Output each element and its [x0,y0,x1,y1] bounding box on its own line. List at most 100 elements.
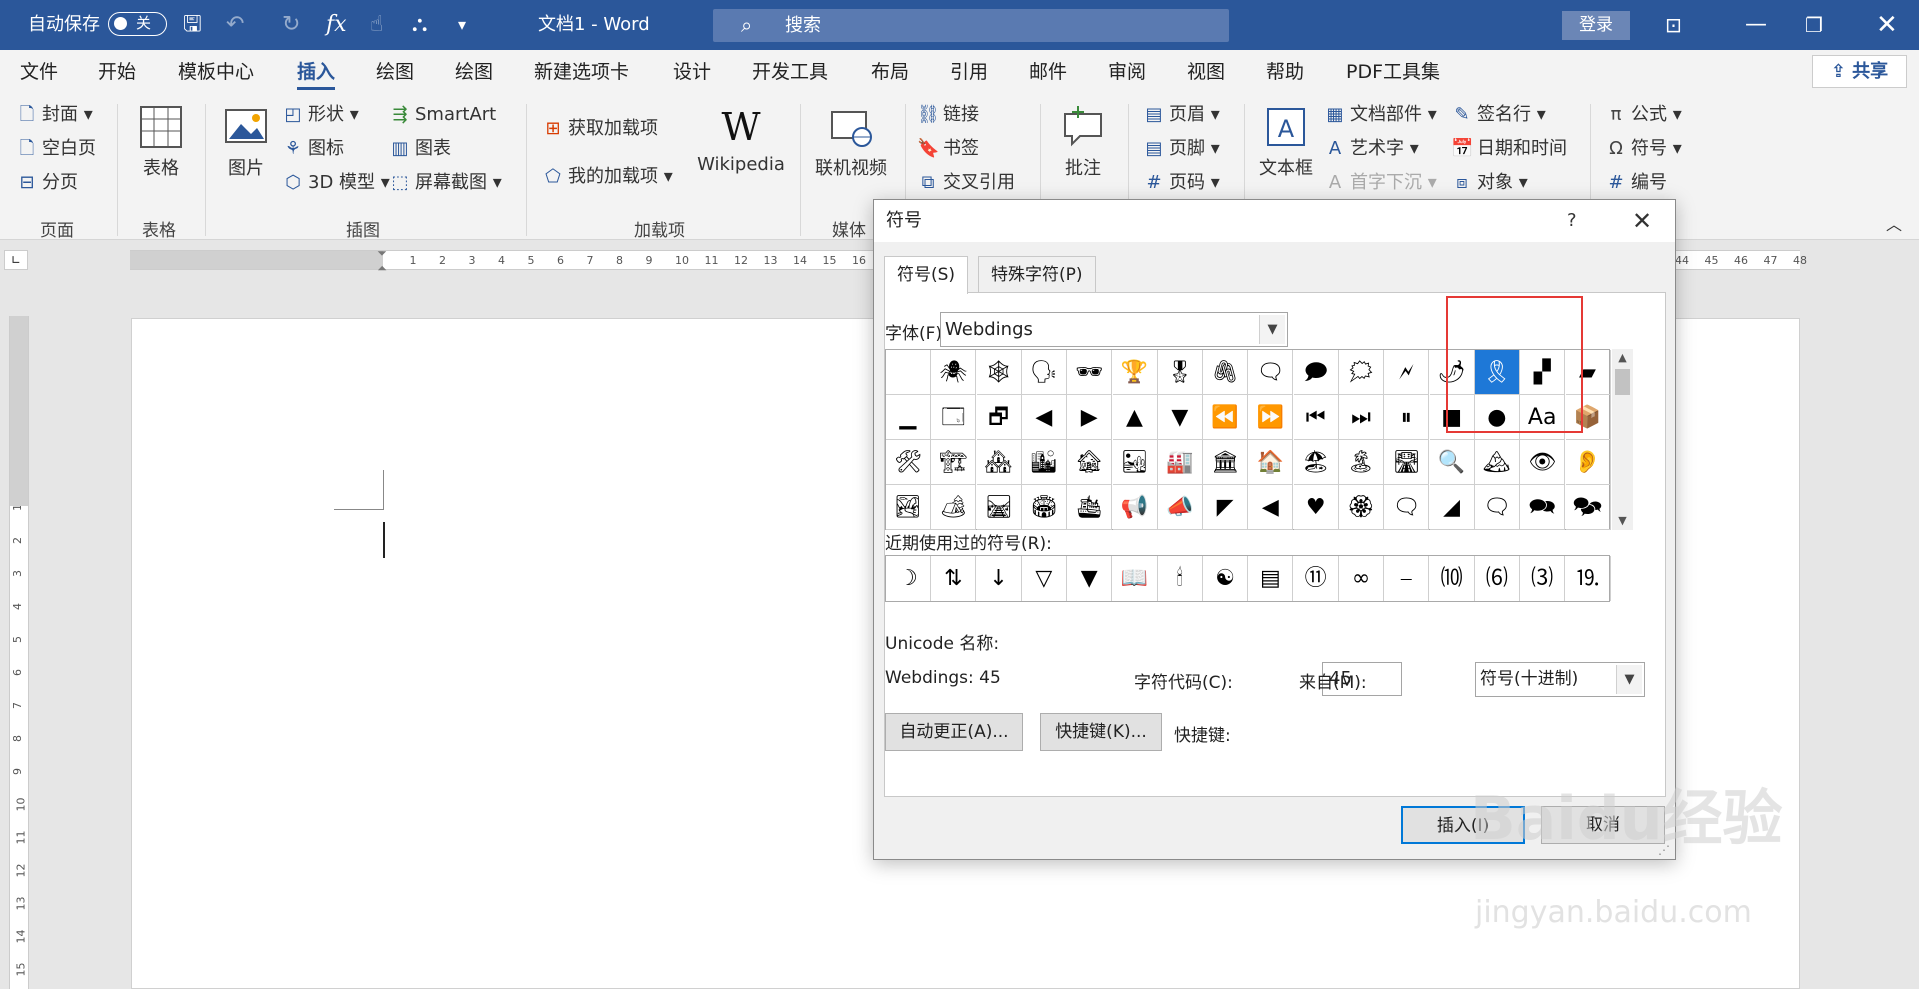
shapes-button[interactable]: ◰ 形状 ▾ [282,102,358,128]
recent-symbol-cell[interactable]: ▽ [1022,556,1067,601]
symbol-cell[interactable]: ⏸ [1384,395,1430,440]
recent-symbols[interactable]: ☽ ⇅ ↓ ▽ ▼ 📖 🕯 ☯ ▤ ⑪ ∞ ⎯ ⑽ ⑹ ⑶ ⒚ [885,555,1611,602]
symbol-cell[interactable]: 🏔 [1474,440,1520,485]
textbox-button[interactable]: A 文本框 [1256,104,1316,180]
online-video-button[interactable]: 联机视频 [812,104,890,180]
page-break-button[interactable]: ⊟ 分页 [16,170,78,196]
recent-symbol-cell[interactable]: ↓ [977,556,1022,601]
recent-symbol-cell[interactable]: ▼ [1067,556,1113,601]
tab-symbols[interactable]: 符号(S) [884,256,969,294]
crossref-button[interactable]: ⧉ 交叉引用 [917,170,1015,196]
symbol-cell[interactable]: 🗨 [1474,485,1520,530]
close-icon[interactable]: ✕ [1632,200,1652,242]
tab-draw[interactable]: 绘图 [376,50,414,94]
scroll-down-icon[interactable]: ▼ [1612,512,1633,530]
link-button[interactable]: ⛓ 链接 [917,102,979,128]
icons-button[interactable]: ⚘ 图标 [282,136,344,162]
symbol-cell[interactable]: 🏝 [1339,440,1384,485]
recent-symbol-cell[interactable]: 🕯 [1158,556,1203,601]
recent-symbol-cell[interactable]: ▤ [1248,556,1294,601]
tab-layout[interactable]: 布局 [871,50,909,94]
blank-page-button[interactable]: 🗋 空白页 [16,136,96,162]
symbol-cell[interactable]: 📢 [1112,485,1158,530]
symbol-cell[interactable]: ⏪ [1203,395,1249,440]
tab-review[interactable]: 审阅 [1108,50,1146,94]
from-select[interactable]: 符号(十进制) ▼ [1475,662,1645,697]
symbol-cell[interactable]: ♥ [1293,485,1339,530]
equation-button[interactable]: π 公式 ▾ [1605,102,1682,128]
datetime-button[interactable]: 📅 日期和时间 [1451,136,1567,162]
recent-symbol-cell[interactable]: ⑶ [1520,556,1566,601]
symbol-cell[interactable]: 🕶 [1067,350,1113,395]
symbol-cell[interactable]: 👁 [1520,440,1566,485]
bookmark-button[interactable]: 🔖 书签 [917,136,979,162]
autocorrect-button[interactable]: 自动更正(A)... [885,713,1023,751]
symbol-cell[interactable]: 🏜 [1112,440,1158,485]
indent-marker-icon[interactable]: ⏷ ⏶ [375,246,389,276]
symbol-cell[interactable]: 🛤 [976,485,1022,530]
recent-symbol-cell[interactable]: ⒚ [1566,556,1611,601]
symbol-button[interactable]: Ω 符号 ▾ [1605,136,1682,162]
symbol-cell[interactable]: 🗲 [1384,350,1430,395]
recent-symbol-cell[interactable]: ⑹ [1475,556,1520,601]
restore-icon[interactable]: ❐ [1805,0,1823,50]
symbol-cell[interactable]: 🔍 [1429,440,1475,485]
symbol-cell[interactable]: ◀ [1248,485,1294,530]
ribbon-display-icon[interactable]: ⊡ [1665,0,1682,50]
symbol-cell[interactable]: 🏘 [976,440,1022,485]
shortcut-key-button[interactable]: 快捷键(K)... [1040,713,1162,751]
symbol-cell[interactable]: 🏛 [1203,440,1249,485]
symbol-cell[interactable]: 🏭 [1157,440,1203,485]
symbol-cell[interactable]: 🗗 [976,395,1022,440]
tab-developer[interactable]: 开发工具 [752,50,828,94]
touch-mode-icon[interactable]: ☝ [370,0,383,50]
symbol-cell[interactable]: ⏭ [1339,395,1384,440]
symbol-cell[interactable]: 🕸 [976,350,1022,395]
tab-view[interactable]: 视图 [1187,50,1225,94]
save-icon[interactable]: 🖫 [183,0,202,50]
symbol-scrollbar[interactable]: ▲ ▼ [1612,349,1633,530]
symbol-cell[interactable]: ⏩ [1248,395,1294,440]
footer-button[interactable]: ▤ 页脚 ▾ [1143,136,1219,162]
symbol-cell[interactable]: ⏮ [1293,395,1339,440]
search-box[interactable]: ⌕ 搜索 [713,9,1229,42]
screenshot-button[interactable]: ⬚ 屏幕截图 ▾ [389,170,501,196]
symbol-cell[interactable]: 🏖 [1293,440,1339,485]
tab-pdf[interactable]: PDF工具集 [1346,50,1440,94]
symbol-cell[interactable]: 🗪 [1520,485,1566,530]
chevron-down-icon[interactable]: ▼ [1259,315,1285,344]
symbol-cell[interactable]: 🏗 [931,440,977,485]
scroll-up-icon[interactable]: ▲ [1612,349,1633,367]
symbol-cell[interactable]: 👂 [1565,440,1611,485]
symbol-cell[interactable]: 🗩 [1293,350,1339,395]
symbol-cell[interactable]: 🛣 [1384,440,1430,485]
recent-symbol-cell[interactable]: ☽ [886,556,931,601]
wordart-button[interactable]: A 艺术字 ▾ [1324,136,1419,162]
recent-symbol-cell[interactable]: ☯ [1203,556,1249,601]
tab-references[interactable]: 引用 [950,50,988,94]
symbol-cell[interactable]: ◢ [1429,485,1475,530]
recent-symbol-cell[interactable]: ⑽ [1430,556,1475,601]
number-button[interactable]: # 编号 [1605,170,1667,196]
tab-new[interactable]: 新建选项卡 [534,50,629,94]
tab-design[interactable]: 设计 [673,50,711,94]
dropcap-button[interactable]: A 首字下沉 ▾ [1324,170,1437,196]
symbol-cell[interactable]: ▼ [1157,395,1203,440]
symbol-cell[interactable]: 🗨 [1248,350,1294,395]
table-button[interactable]: 表格 [137,104,185,180]
symbol-cell[interactable]: ▲ [1112,395,1158,440]
login-button[interactable]: 登录 [1562,11,1630,40]
symbol-cell[interactable]: 🗫 [1565,485,1611,530]
tab-home[interactable]: 开始 [98,50,136,94]
close-window-icon[interactable]: ✕ [1876,0,1898,50]
recent-symbol-cell[interactable]: ⎯ [1384,556,1430,601]
undo-icon[interactable]: ↶ [226,0,244,50]
smartart-button[interactable]: ⇶ SmartArt [389,102,496,128]
symbol-cell[interactable]: 🏞 [886,485,931,530]
chevron-down-icon[interactable]: ▼ [1616,665,1642,694]
help-icon[interactable]: ? [1567,200,1577,242]
recent-symbol-cell[interactable]: ⇅ [931,556,977,601]
tab-insert[interactable]: 插入 [297,50,336,94]
redo-icon[interactable]: ↻ [282,0,300,50]
model3d-button[interactable]: ⬡ 3D 模型 ▾ [282,170,390,196]
